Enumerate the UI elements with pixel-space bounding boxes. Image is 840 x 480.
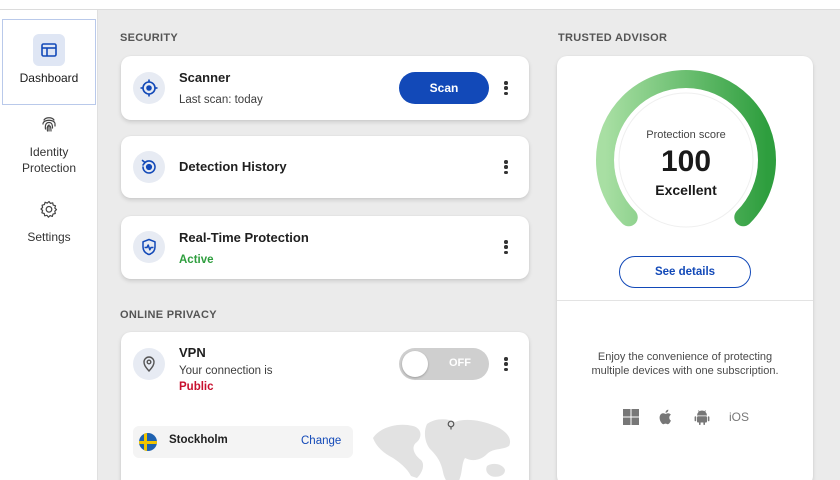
protection-score-label: Protection score — [646, 129, 726, 141]
scanner-card[interactable]: Scanner Last scan: today Scan — [121, 56, 529, 120]
section-title-security: SECURITY — [120, 32, 179, 44]
sidebar-item-label: Dashboard — [19, 71, 79, 85]
protection-score-rating: Excellent — [655, 182, 717, 198]
sidebar-item-identity-protection[interactable]: Identity Protection — [2, 108, 96, 176]
vpn-location-selector: Stockholm Change — [133, 426, 353, 458]
protection-score-value: 100 — [660, 145, 712, 178]
sidebar-item-label: Identity Protection — [21, 145, 77, 175]
trusted-advisor-panel: Protection score 100 Excellent See detai… — [557, 56, 813, 480]
scanner-title: Scanner — [179, 70, 231, 85]
ios-icon[interactable]: iOS — [724, 404, 754, 430]
multi-device-promo-text: Enjoy the convenience of protecting mult… — [591, 351, 779, 377]
vpn-card: VPN Your connection is Public OFF Stockh… — [121, 332, 529, 480]
toggle-knob — [402, 351, 428, 377]
dashboard-icon — [33, 34, 65, 66]
sweden-flag-icon — [139, 433, 157, 451]
scanner-last-scan: Last scan: today — [179, 94, 263, 106]
vpn-toggle[interactable]: OFF — [399, 348, 489, 380]
real-time-status: Active — [179, 254, 214, 266]
change-location-link[interactable]: Change — [301, 435, 341, 447]
sidebar: Dashboard Identity Protection Settings — [0, 10, 98, 480]
android-icon[interactable] — [689, 404, 715, 430]
fingerprint-icon — [33, 108, 65, 140]
vpn-location-name: Stockholm — [169, 434, 228, 446]
windows-icon[interactable] — [618, 404, 644, 430]
detection-history-card[interactable]: Detection History — [121, 136, 529, 198]
gear-icon — [33, 193, 65, 225]
apple-icon[interactable] — [653, 404, 679, 430]
vpn-more-options-icon[interactable] — [501, 354, 511, 374]
sidebar-item-label: Settings — [27, 230, 71, 244]
sidebar-item-settings[interactable]: Settings — [2, 193, 96, 245]
shield-pulse-icon — [133, 231, 165, 263]
scan-button[interactable]: Scan — [399, 72, 489, 104]
location-pin-icon — [133, 348, 165, 380]
advisor-divider — [557, 300, 813, 301]
see-details-button[interactable]: See details — [619, 256, 751, 288]
vpn-title: VPN — [179, 345, 206, 360]
detection-history-title: Detection History — [179, 159, 287, 174]
real-time-protection-title: Real-Time Protection — [179, 230, 309, 245]
history-more-options-icon[interactable] — [501, 157, 511, 177]
world-map-image — [369, 410, 519, 480]
realtime-more-options-icon[interactable] — [501, 237, 511, 257]
section-title-trusted-advisor: TRUSTED ADVISOR — [558, 32, 668, 44]
vpn-connection-status: Public — [179, 381, 214, 393]
vpn-connection-label: Your connection is — [179, 365, 273, 377]
scanner-more-options-icon[interactable] — [501, 78, 511, 98]
sidebar-item-dashboard[interactable]: Dashboard — [2, 19, 96, 105]
real-time-protection-card[interactable]: Real-Time Protection Active — [121, 216, 529, 279]
history-icon — [133, 151, 165, 183]
section-title-online-privacy: ONLINE PRIVACY — [120, 309, 217, 321]
window-top-bar — [0, 0, 840, 10]
toggle-state-label: OFF — [449, 357, 471, 369]
target-icon — [133, 72, 165, 104]
